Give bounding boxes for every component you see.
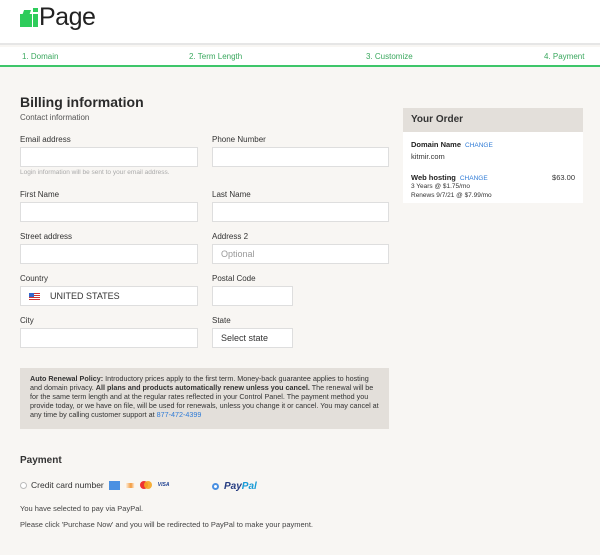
order-summary: Your Order Domain Name CHANGE kitmir.com … [403,108,583,203]
phone-label: Phone Number [212,135,266,144]
payment-title: Payment [20,455,62,466]
policy-heading: Auto Renewal Policy: [30,374,104,383]
email-label: Email address [20,135,71,144]
visa-icon: VISA [157,482,170,488]
auto-renewal-policy: Auto Renewal Policy: Introductory prices… [20,368,389,429]
country-label: Country [20,274,49,283]
logo-text: Page [39,3,96,31]
page-title: Billing information [20,94,144,110]
amex-icon [108,480,120,490]
change-domain-link[interactable]: CHANGE [465,142,493,149]
hosting-label: Web hosting [411,173,456,182]
city-label: City [20,316,34,325]
hosting-term: 3 Years @ $1.75/mo [411,183,470,190]
step-domain[interactable]: 1. Domain [22,52,58,61]
mastercard-icon [139,481,152,489]
postal-code-field[interactable] [212,286,293,306]
section-subtitle: Contact information [20,113,90,122]
address2-label: Address 2 [212,232,249,241]
address2-placeholder: Optional [221,249,255,259]
paypal-logo-pal: Pal [241,481,257,492]
paypal-logo-pay: Pay [224,481,242,492]
order-title: Your Order [403,108,583,132]
state-select[interactable]: Select state [212,328,293,348]
hosting-price: $63.00 [552,173,575,182]
logo-mark-icon [20,7,38,28]
paypal-radio[interactable] [212,483,219,490]
address2-field[interactable]: Optional [212,244,389,264]
credit-card-option[interactable]: Credit card number VISA [20,480,169,490]
step-customize[interactable]: 3. Customize [366,52,413,61]
email-field[interactable] [20,147,198,167]
credit-card-radio[interactable] [20,481,27,489]
step-term-length[interactable]: 2. Term Length [189,52,242,61]
domain-name-label: Domain Name [411,140,462,149]
credit-card-label: Credit card number [31,480,104,490]
policy-bold: All plans and products automatically ren… [95,383,310,392]
first-name-field[interactable] [20,202,198,222]
paypal-option[interactable]: Pay Pal [212,481,257,492]
state-value: Select state [221,333,269,343]
discover-icon [124,482,135,488]
paypal-redirect-note: Please click 'Purchase Now' and you will… [20,520,314,529]
step-payment[interactable]: 4. Payment [544,52,584,61]
postal-label: Postal Code [212,274,256,283]
support-phone-link[interactable]: 877-472-4399 [157,410,202,419]
phone-field[interactable] [212,147,389,167]
checkout-steps: 1. Domain 2. Term Length 3. Customize 4.… [0,47,600,67]
street-label: Street address [20,232,73,241]
country-value: UNITED STATES [50,291,120,301]
last-name-label: Last Name [212,190,251,199]
country-select[interactable]: UNITED STATES [20,286,198,306]
us-flag-icon [29,292,40,300]
change-hosting-link[interactable]: CHANGE [460,175,488,182]
city-field[interactable] [20,328,198,348]
street-address-field[interactable] [20,244,198,264]
hosting-renewal: Renews 9/7/21 @ $7.99/mo [411,192,492,199]
state-label: State [212,316,231,325]
domain-value: kitmir.com [411,152,445,161]
ipage-logo[interactable]: Page [20,3,96,32]
last-name-field[interactable] [212,202,389,222]
email-hint: Login information will be sent to your e… [20,169,170,176]
header: Page [0,0,600,45]
first-name-label: First Name [20,190,60,199]
paypal-selected-note: You have selected to pay via PayPal. [20,504,144,513]
